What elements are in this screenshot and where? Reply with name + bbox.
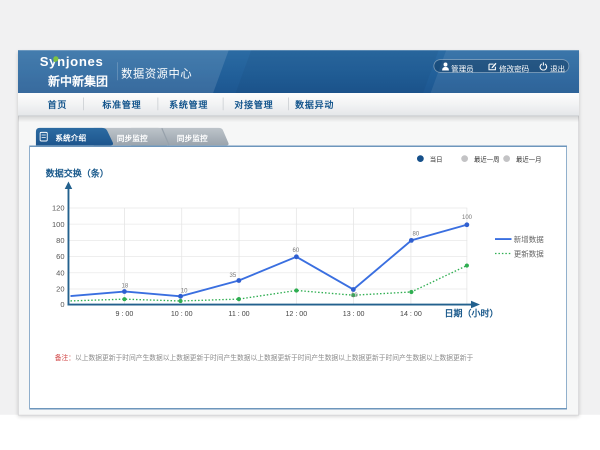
svg-text:12 : 00: 12 : 00: [285, 310, 307, 318]
svg-text:20: 20: [56, 285, 64, 294]
svg-text:新增数据: 新增数据: [514, 234, 544, 244]
svg-text:数据交换（条）: 数据交换（条）: [46, 167, 109, 178]
svg-text:120: 120: [52, 204, 65, 213]
svg-text:18: 18: [122, 283, 129, 289]
svg-text:0: 0: [60, 300, 64, 309]
svg-text:60: 60: [56, 252, 64, 261]
svg-text:35: 35: [230, 273, 237, 279]
svg-text:13 : 00: 13 : 00: [343, 310, 365, 318]
svg-text:80: 80: [56, 236, 64, 245]
svg-text:10 : 00: 10 : 00: [171, 310, 193, 318]
svg-text:10: 10: [351, 293, 358, 299]
svg-text:10: 10: [181, 289, 188, 295]
svg-text:更新数据: 更新数据: [514, 249, 544, 259]
svg-text:60: 60: [293, 248, 300, 254]
svg-text:80: 80: [413, 232, 420, 238]
svg-text:11 : 00: 11 : 00: [228, 310, 249, 318]
svg-text:40: 40: [56, 268, 64, 277]
svg-text:100: 100: [462, 215, 473, 221]
svg-text:日期（小时）: 日期（小时）: [445, 308, 499, 319]
svg-text:9 : 00: 9 : 00: [116, 310, 134, 318]
svg-text:14 : 00: 14 : 00: [400, 310, 422, 318]
svg-text:100: 100: [52, 220, 65, 229]
